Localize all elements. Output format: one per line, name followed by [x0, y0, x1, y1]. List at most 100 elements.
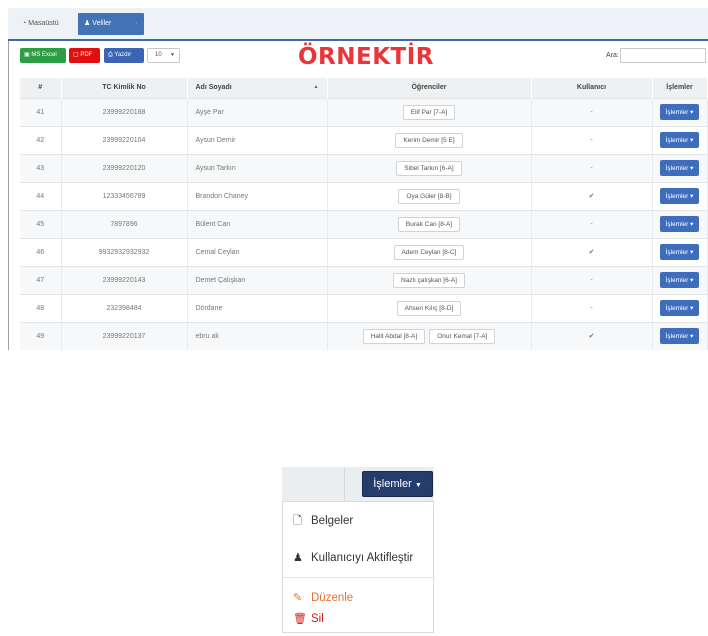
caret-down-icon: ▾: [688, 193, 694, 200]
col-header-number[interactable]: #: [20, 78, 62, 98]
row-actions-button[interactable]: İşlemler ▾: [659, 216, 700, 232]
page-size-select[interactable]: 10 ▼: [147, 48, 180, 63]
students-cell: Adem Ceylan [8-C]: [327, 237, 532, 266]
actions-dropdown-label: İşlemler: [373, 478, 412, 490]
actions-cell: İşlemler ▾: [652, 181, 708, 210]
menu-item-edit-label: Düzenle: [311, 592, 354, 604]
parent-name: Aysun Demir: [187, 125, 328, 154]
table-row: 41 23999220188 Ayşe Par Elif Par [7-A] - İşle…: [20, 97, 708, 126]
close-icon[interactable]: ·: [136, 13, 138, 35]
row-actions-label: İşlemler: [665, 165, 689, 172]
actions-cell: İşlemler ▾: [652, 209, 708, 238]
student-chip[interactable]: Ahsen Kılıç [8-D]: [396, 300, 462, 316]
student-chip[interactable]: Oya Güler [8-B]: [398, 188, 460, 204]
menu-item-documents-label: Belgeler: [311, 515, 354, 527]
print-button[interactable]: ⎙ Yazdır: [104, 48, 144, 63]
document-icon: 🗋: [293, 515, 302, 527]
student-chip[interactable]: Adem Ceylan [8-C]: [393, 244, 465, 260]
export-pdf-label: PDF: [80, 52, 93, 58]
col-header-user[interactable]: Kullanıcı: [531, 78, 653, 98]
user-status: -: [531, 97, 653, 126]
col-header-actions[interactable]: İşlemler: [652, 78, 708, 98]
actions-dropdown-menu: 🗋 Belgeler ♟ Kullanıcıyı Aktifleştir ✎ Düze…: [282, 501, 435, 633]
search-label: Ara:: [606, 52, 619, 59]
menu-item-delete-label: Sil: [311, 613, 324, 625]
watermark-text: ÖRNEKTİR: [298, 44, 435, 70]
row-number: 49: [20, 321, 62, 350]
student-chip[interactable]: Nazlı çalışkan [6-A]: [393, 272, 465, 288]
menu-item-activate-user-label: Kullanıcıyı Aktifleştir: [311, 552, 414, 564]
search-input[interactable]: [620, 48, 706, 63]
tc-number: 23999220188: [61, 97, 188, 126]
tab-parents[interactable]: ♟ Veliler ·: [78, 13, 144, 35]
row-actions-button[interactable]: İşlemler ▾: [659, 244, 700, 260]
caret-down-icon: ▾: [688, 277, 694, 284]
dashboard-icon: ◔: [22, 20, 27, 27]
row-actions-button[interactable]: İşlemler ▾: [659, 188, 700, 204]
tc-number: 232398484: [61, 293, 188, 322]
tc-number: 12333456789: [61, 181, 188, 210]
row-actions-label: İşlemler: [665, 249, 689, 256]
row-actions-button[interactable]: İşlemler ▾: [659, 160, 700, 176]
row-actions-button[interactable]: İşlemler ▾: [659, 132, 700, 148]
parent-name: Dördane: [187, 293, 328, 322]
export-pdf-button[interactable]: ▢ PDF: [69, 48, 100, 63]
actions-cell: İşlemler ▾: [652, 237, 708, 266]
caret-down-icon: ▾: [688, 249, 694, 256]
col-header-name[interactable]: Adı Soyadı ▲: [187, 78, 328, 98]
tab-bar: ◔ Masaüstü ♟ Veliler ·: [8, 8, 708, 41]
row-actions-label: İşlemler: [665, 221, 689, 228]
row-actions-button[interactable]: İşlemler ▾: [659, 104, 700, 120]
tab-parents-label: Veliler: [92, 20, 112, 27]
table-row: 44 12333456789 Brandon Chaney Oya Güler [8-…: [20, 181, 708, 210]
page-size-value: 10: [155, 52, 162, 58]
menu-item-delete[interactable]: 🗑 Sil: [293, 612, 324, 625]
row-actions-button[interactable]: İşlemler ▾: [659, 272, 700, 288]
caret-down-icon: ▼: [170, 52, 175, 58]
export-excel-button[interactable]: ▣ MS Excel: [20, 48, 66, 63]
user-status: -: [531, 153, 653, 182]
row-actions-label: İşlemler: [665, 305, 689, 312]
actions-cell: İşlemler ▾: [652, 265, 708, 294]
tab-desktop[interactable]: ◔ Masaüstü: [16, 13, 65, 35]
row-number: 48: [20, 293, 62, 322]
row-actions-label: İşlemler: [665, 333, 689, 341]
caret-down-icon: ▾: [688, 305, 694, 312]
student-chip[interactable]: Burak Can [8-A]: [397, 216, 461, 232]
students-cell: Nazlı çalışkan [6-A]: [327, 265, 532, 294]
tc-number: 9932932932932: [61, 237, 188, 266]
user-active-check-icon: ✔: [531, 321, 653, 350]
student-chip[interactable]: Halit Abdal [8-A]: [362, 328, 426, 344]
users-icon: ♟: [84, 20, 91, 27]
user-icon: ♟: [293, 552, 303, 564]
row-number: 41: [20, 97, 62, 126]
table-row: 43 23999220120 Aysun Tarkın Sibel Tarkın [6…: [20, 153, 708, 182]
sort-ascending-icon: ▲: [313, 84, 319, 90]
parent-name: ebru ak: [187, 321, 328, 350]
menu-item-documents[interactable]: 🗋 Belgeler: [293, 512, 353, 531]
students-cell: Elif Par [7-A]: [327, 97, 532, 126]
row-number: 44: [20, 181, 62, 210]
menu-item-edit[interactable]: ✎ Düzenle: [293, 591, 353, 604]
menu-item-activate-user[interactable]: ♟ Kullanıcıyı Aktifleştir: [293, 551, 413, 564]
student-chip[interactable]: Sibel Tarkın [6-A]: [396, 160, 462, 176]
tc-number: 23999220120: [61, 153, 188, 182]
row-actions-button[interactable]: İşlemler ▾: [659, 328, 700, 345]
student-chip[interactable]: Kerim Demir [5 E]: [395, 132, 463, 148]
parent-name: Aysun Tarkın: [187, 153, 328, 182]
student-chip[interactable]: Elif Par [7-A]: [402, 104, 456, 120]
row-actions-button[interactable]: İşlemler ▾: [659, 300, 700, 316]
students-cell: Halit Abdal [8-A] Onur Kemal [7-A]: [327, 321, 532, 350]
table-header-row: # TC Kimlik No Adı Soyadı ▲ Öğrenciler Ku…: [20, 78, 708, 98]
row-number: 42: [20, 125, 62, 154]
caret-down-icon: ▾: [688, 221, 694, 228]
col-header-tc[interactable]: TC Kimlik No: [61, 78, 188, 98]
student-chip[interactable]: Onur Kemal [7-A]: [429, 328, 496, 344]
user-active-check-icon: ✔: [531, 181, 653, 210]
table-row: 45 7897896 Bülent Can Burak Can [8-A] - İşlem…: [20, 209, 708, 238]
tc-number: 23999220137: [61, 321, 188, 350]
actions-dropdown-button[interactable]: İşlemler ▼: [362, 471, 433, 497]
caret-down-icon: ▼: [414, 482, 422, 489]
col-header-students[interactable]: Öğrenciler: [327, 78, 532, 98]
actions-cell: İşlemler ▾: [652, 125, 708, 154]
